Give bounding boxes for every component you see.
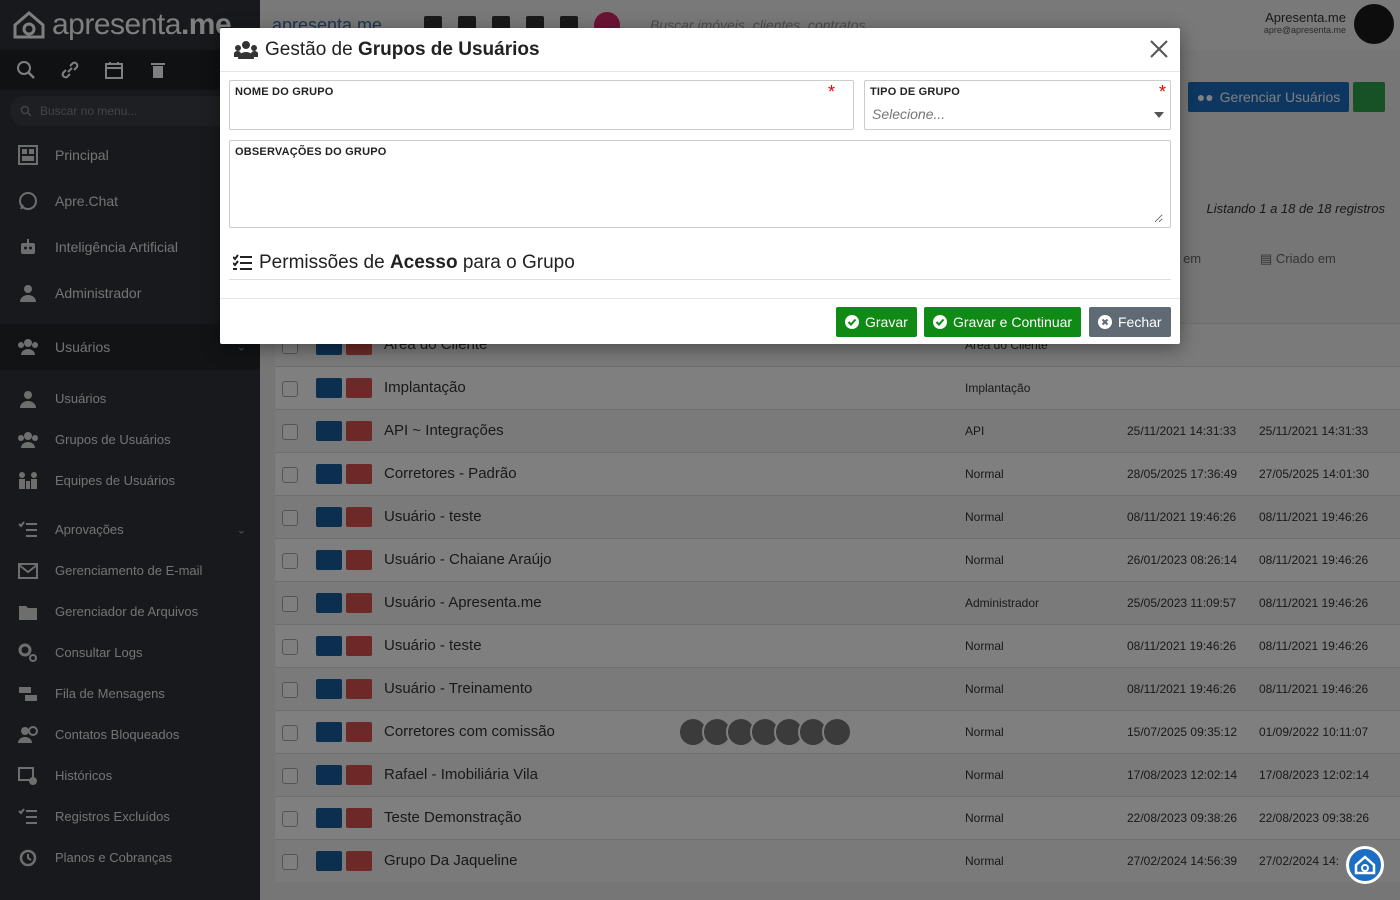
group-name-input[interactable] bbox=[235, 103, 844, 123]
perm-prefix: Permissões de bbox=[259, 251, 390, 273]
group-type-value: Selecione... bbox=[872, 106, 946, 122]
save-continue-label: Gravar e Continuar bbox=[953, 314, 1073, 330]
help-button[interactable] bbox=[1346, 846, 1384, 884]
perm-suffix: para o Grupo bbox=[457, 251, 575, 273]
permissions-section-header: Permissões de Acesso para o Grupo bbox=[229, 246, 1171, 280]
save-continue-button[interactable]: Gravar e Continuar bbox=[924, 307, 1082, 337]
users-icon bbox=[234, 40, 258, 59]
modal-title-prefix: Gestão de bbox=[265, 38, 358, 60]
required-mark: * bbox=[1158, 82, 1166, 102]
modal-footer: Gravar Gravar e Continuar Fechar bbox=[220, 298, 1180, 344]
modal-title-bold: Grupos de Usuários bbox=[357, 38, 540, 60]
chevron-down-icon bbox=[1154, 112, 1164, 118]
modal-header: Gestão de Grupos de Usuários bbox=[220, 28, 1180, 72]
save-button-label: Gravar bbox=[865, 314, 908, 330]
times-circle-icon bbox=[1098, 315, 1112, 329]
modal-title: Gestão de Grupos de Usuários bbox=[265, 39, 540, 61]
group-notes-textarea[interactable] bbox=[235, 165, 1163, 223]
house-logo-icon bbox=[1354, 855, 1376, 875]
group-name-label: NOME DO GRUPO bbox=[235, 86, 334, 98]
close-button[interactable]: Fechar bbox=[1089, 307, 1171, 337]
save-button[interactable]: Gravar bbox=[836, 307, 917, 337]
group-name-field: NOME DO GRUPO * bbox=[229, 80, 854, 130]
checklist-icon bbox=[233, 253, 252, 270]
check-circle-icon bbox=[845, 315, 859, 329]
group-modal: Gestão de Grupos de Usuários NOME DO GRU… bbox=[220, 28, 1180, 344]
required-mark: * bbox=[827, 82, 835, 102]
group-type-select[interactable]: TIPO DE GRUPO * Selecione... bbox=[864, 80, 1171, 130]
close-button-label: Fechar bbox=[1118, 314, 1162, 330]
group-notes-field: OBSERVAÇÕES DO GRUPO bbox=[229, 140, 1171, 228]
group-type-label: TIPO DE GRUPO bbox=[870, 86, 960, 98]
close-icon[interactable] bbox=[1146, 36, 1172, 62]
perm-bold: Acesso bbox=[389, 251, 458, 273]
group-notes-label: OBSERVAÇÕES DO GRUPO bbox=[235, 146, 387, 158]
permissions-title: Permissões de Acesso para o Grupo bbox=[259, 252, 575, 274]
check-circle-icon bbox=[933, 315, 947, 329]
